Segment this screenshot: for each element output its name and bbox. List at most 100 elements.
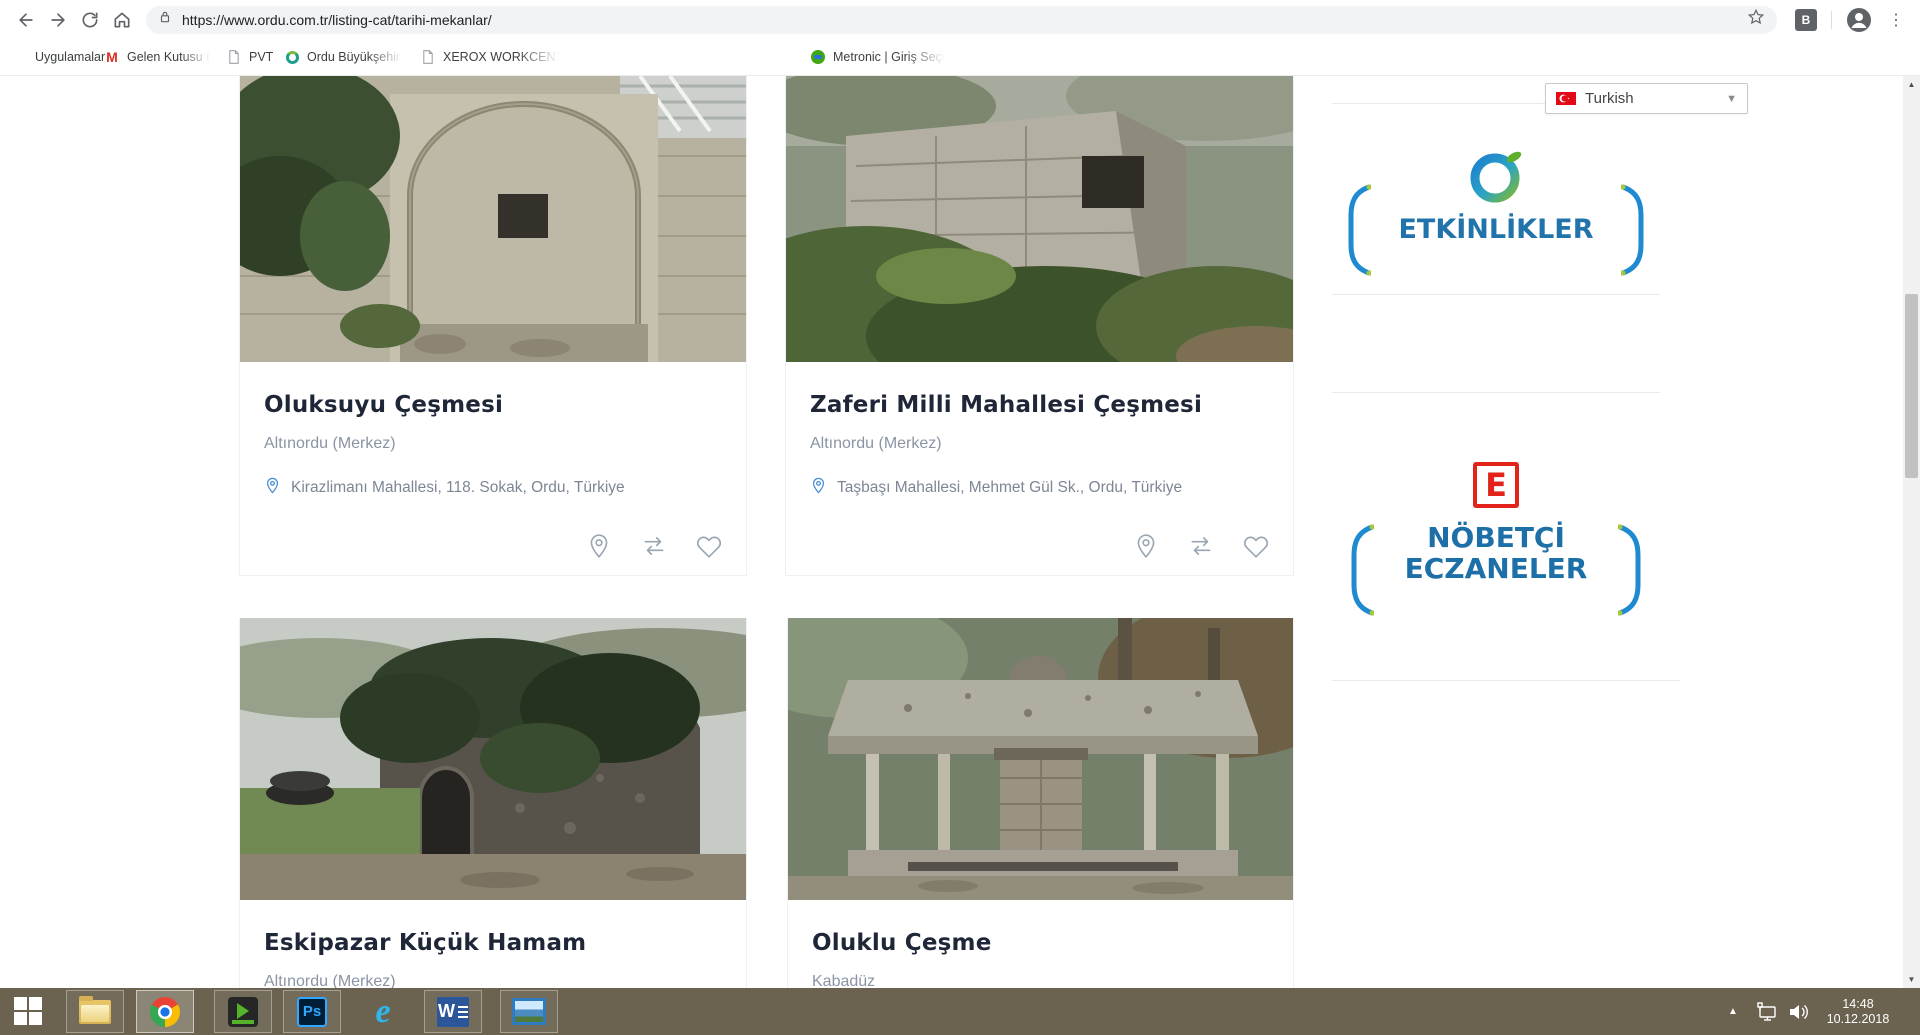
divider — [1332, 294, 1660, 295]
url-bar[interactable]: https://www.ordu.com.tr/listing-cat/tari… — [146, 6, 1777, 34]
listing-district: Kabadüz — [812, 973, 1269, 988]
bracket-right — [1618, 522, 1644, 618]
menu-icon[interactable]: ⋮ — [1886, 10, 1906, 30]
bracket-left — [1348, 522, 1374, 618]
pharmacy-label-line2: ECZANELER — [1332, 553, 1660, 584]
metronic-icon — [810, 49, 826, 65]
listing-address-row: Kirazlimanı Mahallesi, 118. Sokak, Ordu,… — [264, 477, 722, 499]
taskbar-internet-explorer[interactable]: e — [354, 990, 412, 1033]
locate-pin-icon[interactable] — [586, 533, 612, 559]
pharmacy-logo-icon: E — [1473, 462, 1519, 508]
taskbar-explorer[interactable] — [66, 990, 124, 1033]
extension-badge[interactable]: B — [1795, 9, 1817, 31]
pharmacy-widget[interactable]: E NÖBETÇİ ECZANELER — [1332, 462, 1660, 632]
browser-chrome: https://www.ordu.com.tr/listing-cat/tari… — [0, 0, 1920, 76]
language-value: Turkish — [1585, 90, 1717, 107]
listing-title[interactable]: Zaferi Milli Mahallesi Çeşmesi — [810, 392, 1269, 418]
speaker-icon — [1786, 1002, 1810, 1022]
taskbar-media-player[interactable] — [214, 990, 272, 1033]
media-player-icon — [228, 997, 258, 1027]
listing-photo-stone-hut — [786, 76, 1293, 362]
network-icon — [1756, 1002, 1780, 1022]
home-button[interactable] — [106, 4, 138, 36]
listing-title[interactable]: Oluklu Çeşme — [812, 930, 1269, 956]
page-icon — [420, 49, 436, 65]
arrow-left-icon — [16, 10, 36, 30]
listing-address: Kirazlimanı Mahallesi, 118. Sokak, Ordu,… — [291, 479, 625, 497]
bracket-right — [1621, 182, 1647, 278]
internet-explorer-icon: e — [375, 997, 390, 1027]
listing-photo-fountain — [240, 76, 746, 362]
listing-title[interactable]: Oluksuyu Çeşmesi — [264, 392, 722, 418]
events-label: ETKİNLİKLER — [1332, 214, 1660, 245]
divider — [1332, 680, 1680, 681]
bookmark-xerox[interactable]: XEROX WORKCENTR — [420, 39, 563, 75]
taskbar-photo-viewer[interactable] — [500, 990, 558, 1033]
divider — [1332, 392, 1660, 393]
home-icon — [112, 10, 132, 30]
file-explorer-icon — [79, 1000, 111, 1024]
photo-viewer-icon — [512, 998, 546, 1025]
pharmacy-logo-letter: E — [1485, 469, 1507, 501]
bookmark-label: PVT — [249, 50, 273, 64]
locate-pin-icon[interactable] — [1133, 533, 1159, 559]
favorite-heart-icon[interactable] — [1243, 533, 1269, 559]
listing-card[interactable]: Zaferi Milli Mahallesi Çeşmesi Altınordu… — [785, 76, 1294, 576]
ordu-logo-icon — [284, 49, 300, 65]
taskbar-photoshop[interactable]: Ps — [283, 990, 341, 1033]
tray-network[interactable] — [1756, 988, 1780, 1035]
bookmark-label: XEROX WORKCENTR — [443, 50, 563, 64]
scrollbar[interactable]: ▲ ▼ — [1903, 76, 1920, 988]
screen: https://www.ordu.com.tr/listing-cat/tari… — [0, 0, 1920, 1035]
tray-show-hidden[interactable]: ▲ — [1728, 988, 1738, 1035]
arrow-right-icon — [48, 10, 68, 30]
bookmark-apps[interactable]: Uygulamalar — [12, 39, 105, 75]
scroll-up-arrow[interactable]: ▲ — [1903, 76, 1920, 93]
page-content: Oluksuyu Çeşmesi Altınordu (Merkez) Kira… — [0, 76, 1920, 988]
bookmark-star-icon[interactable] — [1747, 8, 1765, 31]
events-widget[interactable]: ETKİNLİKLER — [1332, 142, 1660, 292]
chrome-icon — [150, 997, 180, 1027]
back-button[interactable] — [10, 4, 42, 36]
listing-photo-canopy-fountain — [788, 618, 1293, 900]
profile-icon[interactable] — [1846, 7, 1872, 33]
bookmark-pvt[interactable]: PVT — [226, 39, 273, 75]
favorite-heart-icon[interactable] — [696, 533, 722, 559]
taskbar-clock[interactable]: 14:48 10.12.2018 — [1822, 988, 1894, 1035]
bookmark-ordu[interactable]: Ordu Büyükşehir Bele — [284, 39, 405, 75]
gmail-icon: M — [104, 49, 120, 65]
listing-card[interactable]: Eskipazar Küçük Hamam Altınordu (Merkez) — [239, 618, 747, 988]
tray-volume[interactable] — [1786, 988, 1810, 1035]
scroll-down-arrow[interactable]: ▼ — [1903, 971, 1920, 988]
bookmark-gmail[interactable]: M Gelen Kutusu (438) - — [104, 39, 213, 75]
bookmark-label: Uygulamalar — [35, 50, 105, 64]
url-text: https://www.ordu.com.tr/listing-cat/tari… — [182, 12, 1747, 28]
listing-actions — [1133, 533, 1269, 559]
bookmark-metronic[interactable]: Metronic | Giriş Seçe — [810, 39, 949, 75]
start-button[interactable] — [14, 997, 44, 1027]
listing-district: Altınordu (Merkez) — [264, 435, 722, 453]
chevron-up-icon: ▲ — [1728, 1006, 1738, 1017]
map-pin-icon — [810, 477, 827, 499]
lock-icon — [158, 10, 172, 29]
compare-arrows-icon[interactable] — [641, 533, 667, 559]
bookmark-label: Gelen Kutusu (438) - — [127, 50, 213, 64]
map-pin-icon — [264, 477, 281, 499]
compare-arrows-icon[interactable] — [1188, 533, 1214, 559]
listing-card[interactable]: Oluksuyu Çeşmesi Altınordu (Merkez) Kira… — [239, 76, 747, 576]
page-icon — [226, 49, 242, 65]
reload-button[interactable] — [74, 4, 106, 36]
listing-photo-ruin — [240, 618, 746, 900]
listing-title[interactable]: Eskipazar Küçük Hamam — [264, 930, 722, 956]
taskbar-word[interactable]: W — [424, 990, 482, 1033]
listing-address: Taşbaşı Mahallesi, Mehmet Gül Sk., Ordu,… — [837, 479, 1182, 497]
forward-button[interactable] — [42, 4, 74, 36]
scroll-thumb[interactable] — [1905, 294, 1918, 478]
taskbar-chrome[interactable] — [136, 990, 194, 1033]
listing-card[interactable]: Oluklu Çeşme Kabadüz — [787, 618, 1294, 988]
bookmark-label: Ordu Büyükşehir Bele — [307, 50, 405, 64]
taskbar: Ps e W ▲ 14:48 10.1 — [0, 988, 1920, 1035]
bookmarks-bar: Uygulamalar M Gelen Kutusu (438) - PVT O… — [0, 39, 1920, 76]
language-selector[interactable]: Turkish ▼ — [1545, 83, 1748, 114]
browser-toolbar: https://www.ordu.com.tr/listing-cat/tari… — [0, 0, 1920, 39]
